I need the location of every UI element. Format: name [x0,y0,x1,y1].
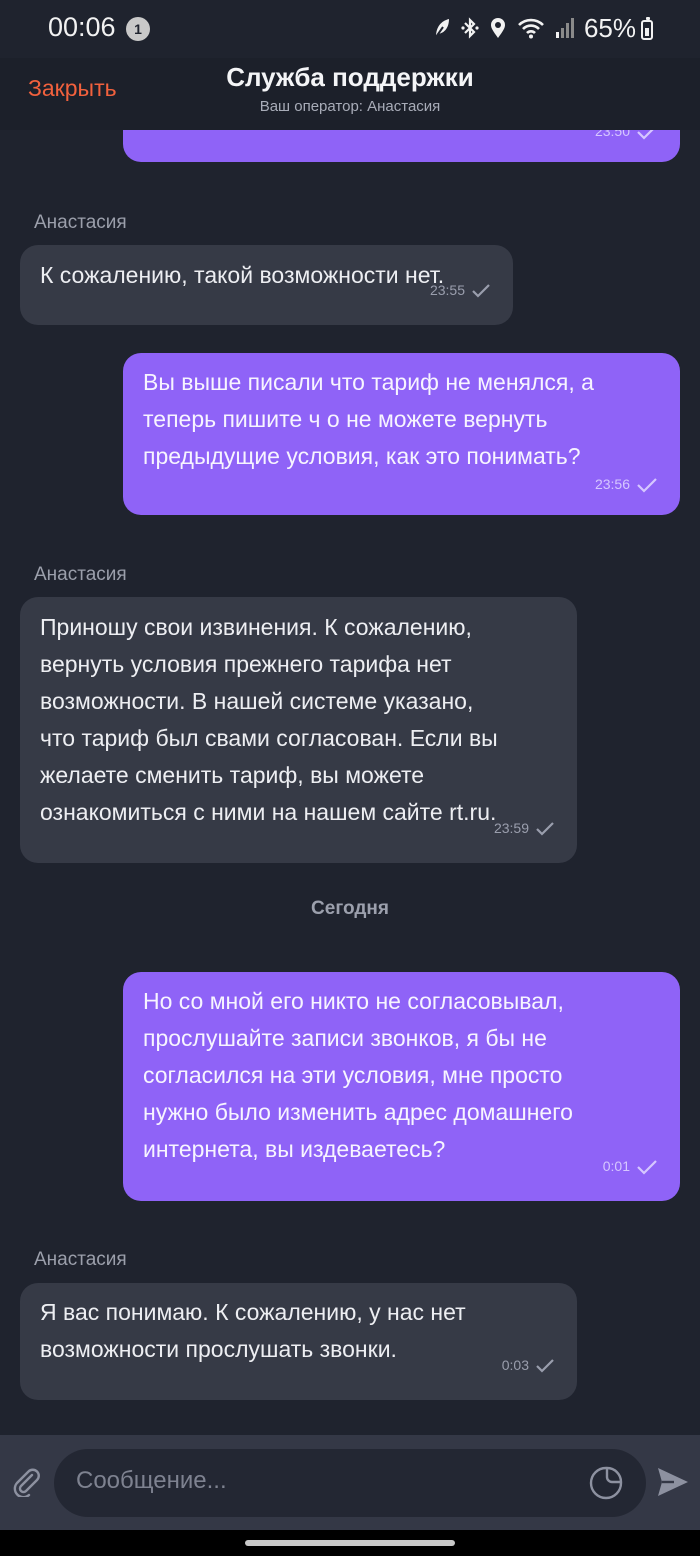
message-time: 23:55 [429,282,465,298]
message-time: 0:03 [501,1357,529,1373]
bluetooth-icon [461,17,479,39]
chat-title: Служба поддержки [226,62,474,92]
sender-name: Анастасия [34,212,127,233]
attach-icon[interactable] [12,1467,42,1497]
operator-subtitle: Ваш оператор: Анастасия [259,98,441,115]
check-icon [472,283,490,298]
status-time: 00:06 [48,12,116,42]
message-text: Вы выше писали что тариф не менялся, а т… [143,369,594,469]
status-bar: 00:06 1 65% [0,0,700,58]
message-meta: 0:03 [502,1347,555,1384]
status-icons [433,16,575,40]
notification-count-badge: 1 [126,17,150,41]
check-icon [637,1159,657,1175]
incoming-message[interactable]: Я вас понимаю. К сожалению, у нас нет во… [20,1283,577,1400]
battery-icon [641,17,653,40]
message-time: 0:01 [602,1158,630,1174]
system-nav-bar [0,1530,700,1556]
sender-name: Анастасия [34,1249,127,1270]
send-icon[interactable] [656,1466,690,1498]
sticker-icon[interactable] [588,1465,624,1501]
message-time: 23:59 [493,820,529,836]
signal-icon [556,18,574,38]
composer-bar: Сообщение... [0,1435,700,1530]
check-icon [536,1358,554,1373]
message-meta: 23:56 [595,466,658,503]
message-text: К сожалению, такой возможности нет. [40,262,445,288]
chat-header: Закрыть Служба поддержки Ваш оператор: А… [0,58,700,130]
message-meta: 23:55 [430,272,491,309]
message-list[interactable]: 23:50 Анастасия К сожалению, такой возмо… [0,130,700,1435]
message-meta: 23:59 [494,810,555,847]
incoming-message[interactable]: Приношу свои извинения. К сожалению, вер… [20,597,577,863]
location-icon [491,18,505,38]
outgoing-message[interactable]: 23:50 [123,130,680,162]
day-separator: Сегодня [311,898,389,919]
message-time: 23:56 [594,476,630,492]
message-text: Я вас понимаю. К сожалению, у нас нет во… [40,1299,466,1362]
outgoing-message[interactable]: Но со мной его никто не согласовывал, пр… [123,972,680,1201]
message-meta: 23:50 [595,130,658,150]
wifi-icon [518,18,544,39]
check-icon [637,130,654,140]
check-icon [536,821,554,836]
message-meta: 0:01 [603,1148,658,1185]
message-text: Но со мной его никто не согласовывал, пр… [143,988,573,1162]
message-placeholder: Сообщение... [76,1467,227,1494]
check-icon [637,477,657,493]
incoming-message[interactable]: К сожалению, такой возможности нет. 23:5… [20,245,513,325]
message-text: Приношу свои извинения. К сожалению, вер… [40,614,498,825]
battery-percent: 65% [583,13,636,43]
leaf-icon [435,19,449,38]
sender-name: Анастасия [34,564,127,585]
message-input[interactable]: Сообщение... [54,1449,646,1517]
outgoing-message[interactable]: Вы выше писали что тариф не менялся, а т… [123,353,680,515]
message-time: 23:50 [594,130,630,139]
home-gesture-pill[interactable] [245,1540,455,1546]
